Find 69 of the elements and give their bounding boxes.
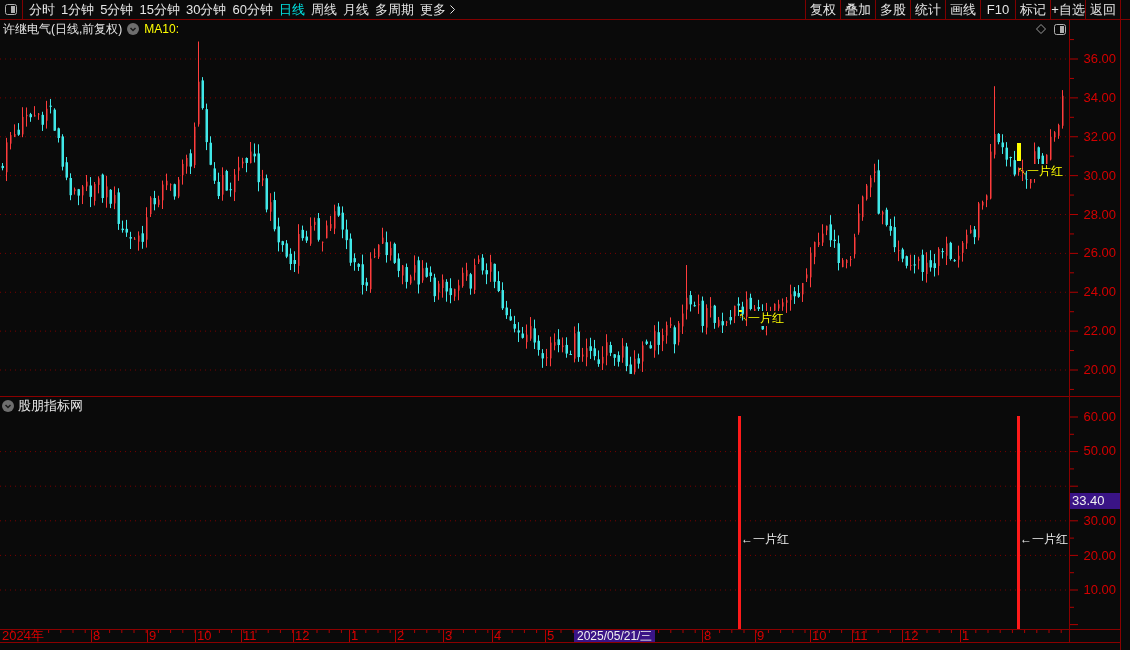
toolbar-button[interactable]: 画线 (945, 0, 980, 19)
annotation-label: 一片红 (748, 311, 784, 326)
indicator-title: 股朋指标网 (18, 398, 83, 414)
annotation-label: 一片红 (1027, 164, 1063, 179)
period-tab[interactable]: 1分钟 (58, 0, 98, 19)
dropdown-icon[interactable] (127, 23, 140, 35)
axis-label: 30.00 (1083, 513, 1116, 529)
axis-label: 50.00 (1083, 443, 1116, 459)
date-cursor-label: 2025/05/21/三 (574, 630, 656, 642)
date-label: 5 (547, 630, 555, 642)
axis-label: 20.00 (1083, 548, 1116, 564)
date-label: 12 (295, 630, 310, 642)
period-tab[interactable]: 30分钟 (182, 0, 230, 19)
panel-toggle-icon (5, 4, 17, 15)
date-label: 12 (904, 630, 919, 642)
toolbar-button[interactable]: 叠加 (840, 0, 875, 19)
dropdown-icon[interactable] (2, 400, 14, 412)
more-menu[interactable]: 更多 (416, 0, 458, 19)
toolbar-button[interactable]: +自选 (1050, 0, 1085, 19)
arrow-icon (740, 314, 747, 321)
date-label: 4 (494, 630, 502, 642)
value-cursor-label: 33.40 (1070, 493, 1120, 509)
axis-label: 28.00 (1083, 206, 1116, 223)
axis-label: 36.00 (1083, 51, 1116, 67)
period-tab[interactable]: 月线 (339, 0, 372, 19)
date-label: 10 (812, 630, 827, 642)
date-label: 11 (854, 630, 868, 642)
axis-label: 22.00 (1083, 323, 1116, 340)
date-label: 9 (757, 630, 765, 642)
axis-label: 24.00 (1083, 284, 1116, 301)
axis-label: 26.00 (1083, 245, 1116, 262)
toolbar-button[interactable]: F10 (980, 0, 1015, 19)
indicator-label: MA10: (144, 21, 179, 37)
toolbar-button[interactable]: 多股 (875, 0, 910, 19)
period-tab[interactable]: 分时 (26, 0, 58, 19)
axis-label: 60.00 (1083, 409, 1116, 425)
period-tab[interactable]: 15分钟 (136, 0, 183, 19)
period-tab[interactable]: 5分钟 (97, 0, 137, 19)
toolbar-button[interactable]: 统计 (910, 0, 945, 19)
date-label: 9 (149, 630, 157, 642)
period-tab[interactable]: 60分钟 (229, 0, 276, 19)
date-label: 8 (704, 630, 712, 642)
arrow-icon (1019, 168, 1026, 175)
panel-toggle-icon[interactable] (1054, 23, 1066, 35)
period-tab[interactable]: 多周期 (371, 0, 417, 19)
toolbar-button[interactable]: 复权 (805, 0, 840, 19)
chart-title: 许继电气(日线,前复权) (3, 21, 123, 37)
axis-label: 32.00 (1083, 128, 1116, 145)
signal-label: ←一片红 (1020, 532, 1068, 547)
axis-label: 20.00 (1083, 362, 1116, 378)
signal-label: ←一片红 (741, 532, 789, 547)
date-label: 1 (351, 630, 359, 642)
period-tab[interactable]: 周线 (307, 0, 340, 19)
axis-label: 10.00 (1083, 582, 1116, 598)
axis-label: 30.00 (1083, 167, 1116, 184)
date-label: 10 (197, 630, 212, 642)
period-tab[interactable]: 日线 (275, 0, 308, 19)
chevron-icon (449, 5, 455, 14)
diamond-icon[interactable] (1036, 24, 1046, 34)
date-label: 11 (243, 630, 257, 642)
axis-label: 34.00 (1083, 89, 1116, 106)
date-label: 2024年 (2, 630, 44, 642)
date-label: 1 (962, 630, 970, 642)
date-label: 3 (445, 630, 453, 642)
date-label: 2 (397, 630, 405, 642)
toolbar-button[interactable]: 返回 (1085, 0, 1120, 19)
highlight-candle-icon (1017, 143, 1021, 161)
date-label: 8 (93, 630, 101, 642)
toolbar-button[interactable]: 标记 (1015, 0, 1050, 19)
